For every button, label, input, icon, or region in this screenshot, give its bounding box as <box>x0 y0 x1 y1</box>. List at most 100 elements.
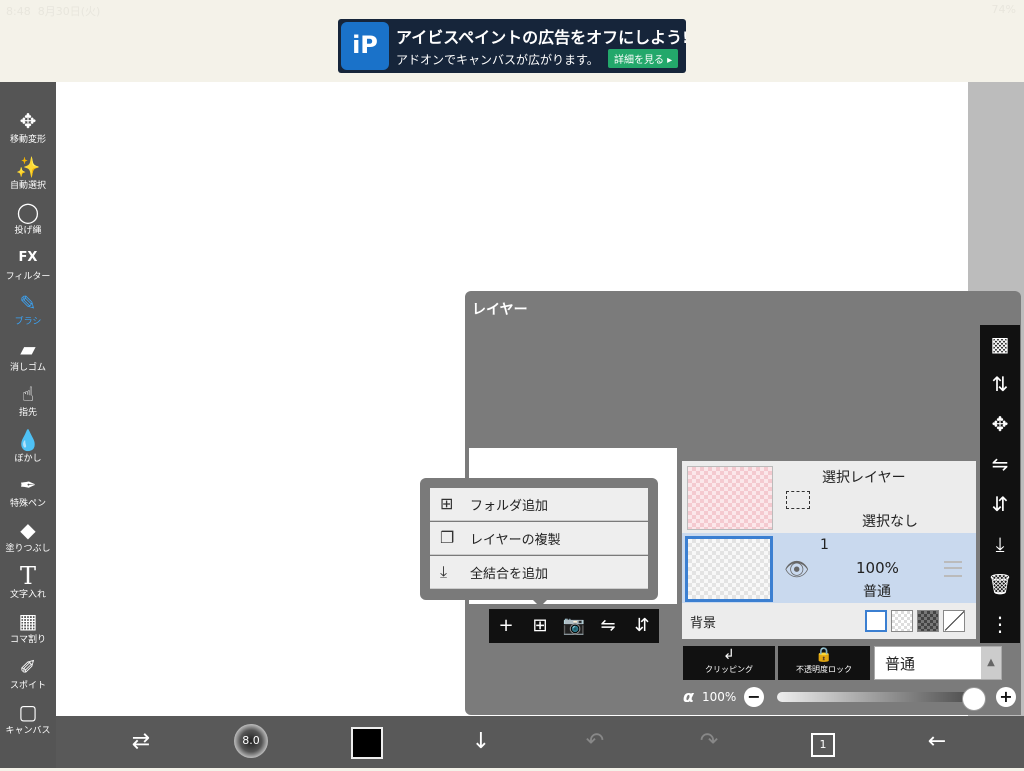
tool-fill[interactable]: ◆ 塗りつぶし <box>0 517 56 562</box>
background-transparent-light-swatch[interactable] <box>891 610 913 632</box>
menu-item-label: レイヤーの複製 <box>470 533 561 548</box>
opacity-slider[interactable] <box>777 692 983 702</box>
status-bar: 8:48 8月30日(火) 74% <box>0 0 1024 18</box>
tool-label: 移動変形 <box>9 135 46 145</box>
clipping-label: クリッピング <box>705 665 753 674</box>
tool-label: フィルター <box>5 272 51 282</box>
flip-horizontal-button[interactable]: ⇋ <box>980 445 1020 483</box>
opacity-increase-button[interactable]: + <box>996 687 1016 707</box>
arrow-down-icon: ↓ <box>471 729 491 754</box>
blur-icon: 💧 <box>15 428 41 452</box>
ad-banner[interactable]: iP アイビスペイントの広告をオフにしよう! アドオンでキャンバスが広がります。… <box>338 19 686 73</box>
layers-list: 選択レイヤー 選択なし 👁 1 100% 普通 背景 <box>682 461 976 639</box>
current-color-swatch <box>351 727 383 759</box>
eraser-icon: ▰ <box>20 337 36 361</box>
quick-tools-button[interactable]: ⇄ <box>122 724 160 760</box>
tool-eyedropper[interactable]: ✐ スポイト <box>0 654 56 699</box>
transparent-layer-button[interactable]: ▩ <box>980 325 1020 363</box>
background-transparent-dark-swatch[interactable] <box>917 610 939 632</box>
opacity-slider-knob[interactable] <box>962 687 986 711</box>
swap-layer-button[interactable]: ⇅ <box>980 365 1020 403</box>
layers-count-icon: 1 <box>811 733 835 757</box>
layer-opacity: 100% <box>856 559 899 577</box>
tool-filter[interactable]: FX フィルター <box>0 245 56 290</box>
clipping-button[interactable]: ↲ クリッピング <box>683 646 775 680</box>
add-special-layer-button[interactable]: ⊞ <box>523 609 557 643</box>
layer-action-bar: + ⊞ 📷 ⇋ ⇵ <box>489 609 659 643</box>
flip-vertical-icon: ⇵ <box>634 615 650 636</box>
tool-eraser[interactable]: ▰ 消しゴム <box>0 336 56 381</box>
selection-state: 選択なし <box>862 514 918 530</box>
undo-button[interactable]: ↶ <box>576 724 614 760</box>
tool-brush[interactable]: ✎ ブラシ <box>0 290 56 335</box>
tool-label: 塗りつぶし <box>5 544 51 554</box>
layer-row-1[interactable]: 👁 1 100% 普通 <box>682 533 976 603</box>
selection-layer-row[interactable]: 選択レイヤー 選択なし <box>682 461 976 533</box>
move-icon: ✥ <box>991 412 1009 436</box>
selection-marquee-icon <box>786 491 810 509</box>
opacity-lock-button[interactable]: 🔒 不透明度ロック <box>778 646 870 680</box>
tool-label: キャンバス <box>5 726 51 736</box>
status-time: 8:48 8月30日(火) <box>6 5 101 18</box>
layer-1-thumbnail <box>685 536 773 602</box>
ad-details-button[interactable]: 詳細を見る ▸ <box>608 49 679 68</box>
tool-label: ぼかし <box>14 454 42 464</box>
tool-sidebar: ✥ 移動変形 ✨ 自動選択 ◯ 投げ縄 FX フィルター ✎ ブラシ ▰ 消しゴ… <box>0 82 56 768</box>
drag-handle-icon[interactable] <box>944 561 962 577</box>
tool-label: スポイト <box>9 681 46 691</box>
tool-magic-wand[interactable]: ✨ 自動選択 <box>0 154 56 199</box>
blend-mode-select[interactable]: 普通 ▲ <box>874 646 1002 680</box>
lock-icon: 🔒 <box>815 647 833 663</box>
special-pen-icon: ✒ <box>19 473 37 497</box>
flip-vertical-button[interactable]: ⇵ <box>980 485 1020 523</box>
ad-headline: アイビスペイントの広告をオフにしよう! <box>396 28 686 47</box>
canvas-icon: ▢ <box>18 700 38 724</box>
brush-size-button[interactable]: 8.0 <box>234 724 272 760</box>
background-row: 背景 <box>682 603 976 639</box>
flip-layer-horizontal-button[interactable]: ⇋ <box>591 609 625 643</box>
delete-layer-button[interactable]: 🗑 <box>980 565 1020 603</box>
triangle-up-icon: ▲ <box>981 647 1001 679</box>
tool-smudge[interactable]: ☝ 指先 <box>0 381 56 426</box>
ad-subtext: アドオンでキャンバスが広がります。 <box>396 53 599 67</box>
menu-item-add-folder[interactable]: ⊞ フォルダ追加 <box>430 488 648 521</box>
opacity-decrease-button[interactable]: − <box>744 687 764 707</box>
menu-item-label: フォルダ追加 <box>470 499 549 514</box>
move-layer-button[interactable]: ✥ <box>980 405 1020 443</box>
tool-lasso[interactable]: ◯ 投げ縄 <box>0 199 56 244</box>
tool-label: 消しゴム <box>9 363 46 373</box>
flip-layer-vertical-button[interactable]: ⇵ <box>625 609 659 643</box>
color-picker-button[interactable] <box>348 724 386 760</box>
merge-all-icon: ⤓ <box>440 562 448 581</box>
background-label: 背景 <box>690 616 717 631</box>
eye-icon[interactable]: 👁 <box>784 557 809 581</box>
menu-item-merge-all[interactable]: ⤓ 全結合を追加 <box>430 556 648 589</box>
tool-label: 指先 <box>18 408 37 418</box>
flip-horizontal-icon: ⇋ <box>600 615 616 636</box>
merge-down-button[interactable]: ⤓ <box>980 525 1020 563</box>
alpha-symbol: α <box>683 687 694 706</box>
tool-canvas[interactable]: ▢ キャンバス <box>0 699 56 744</box>
add-layer-button[interactable]: + <box>489 609 523 643</box>
more-options-button[interactable]: ⋮ <box>980 605 1020 643</box>
plus-icon: + <box>498 615 514 636</box>
flip-horizontal-icon: ⇋ <box>991 452 1009 476</box>
tool-blur[interactable]: 💧 ぼかし <box>0 427 56 472</box>
background-none-swatch[interactable] <box>943 610 965 632</box>
more-vertical-icon: ⋮ <box>990 612 1010 636</box>
background-white-swatch[interactable] <box>865 610 887 632</box>
selection-layer-name: 選択レイヤー <box>822 470 906 486</box>
download-button[interactable]: ↓ <box>462 724 500 760</box>
tool-move-transform[interactable]: ✥ 移動変形 <box>0 108 56 153</box>
tool-frame-divider[interactable]: ▦ コマ割り <box>0 608 56 653</box>
tool-special-pen[interactable]: ✒ 特殊ペン <box>0 472 56 517</box>
redo-button[interactable]: ↷ <box>690 724 728 760</box>
import-photo-button[interactable]: 📷 <box>557 609 591 643</box>
magic-wand-icon: ✨ <box>15 155 41 179</box>
tool-text[interactable]: T 文字入れ <box>0 563 56 608</box>
menu-item-duplicate-layer[interactable]: ❐ レイヤーの複製 <box>430 522 648 555</box>
text-icon: T <box>19 562 36 590</box>
back-button[interactable]: ← <box>918 724 956 760</box>
undo-icon: ↶ <box>585 729 605 754</box>
layers-button[interactable]: 1 <box>804 724 842 760</box>
